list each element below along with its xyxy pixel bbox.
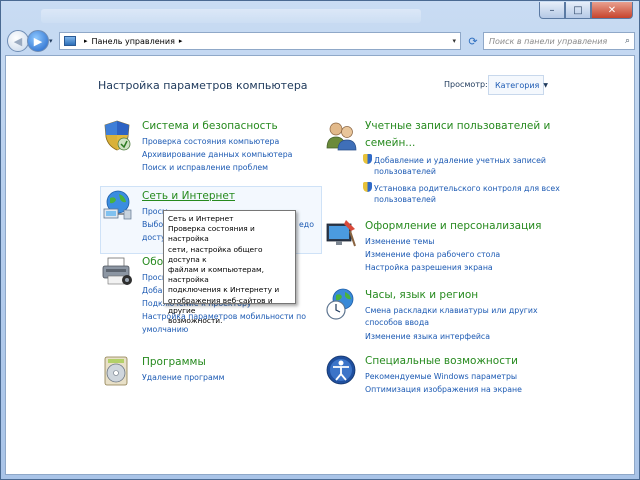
- search-icon[interactable]: ⌕: [625, 36, 630, 46]
- view-by-value: Категория: [495, 80, 540, 90]
- link-screen-resolution[interactable]: Настройка разрешения экрана: [365, 262, 493, 274]
- refresh-button[interactable]: ⟳: [465, 32, 481, 50]
- category-title[interactable]: Специальные возможности: [365, 355, 518, 367]
- appearance-monitor-icon: [326, 220, 356, 247]
- category-title[interactable]: Программы: [142, 356, 206, 368]
- link-change-theme[interactable]: Изменение темы: [365, 236, 434, 248]
- uac-shield-icon: [363, 154, 372, 164]
- link-add-accounts-cont[interactable]: пользователей: [374, 166, 436, 178]
- breadcrumb-separator[interactable]: ▸: [84, 37, 88, 45]
- category-title[interactable]: Часы, язык и регион: [365, 289, 478, 301]
- breadcrumb-separator[interactable]: ▸: [179, 37, 183, 45]
- caption-buttons: – □ ✕: [539, 2, 633, 19]
- title-bar[interactable]: – □ ✕: [1, 1, 639, 29]
- category-title-cont[interactable]: семейн...: [365, 137, 415, 149]
- tooltip-line: Проверка состояния и настройка: [168, 224, 255, 244]
- tooltip-line: подключения к Интернету и: [168, 285, 280, 295]
- forward-button[interactable]: ▶: [27, 30, 49, 52]
- search-placeholder: Поиск в панели управления: [489, 36, 608, 46]
- link-change-background[interactable]: Изменение фона рабочего стола: [365, 249, 500, 261]
- link-backup[interactable]: Архивирование данных компьютера: [142, 149, 292, 161]
- minimize-button[interactable]: –: [539, 2, 565, 19]
- accessibility-icon: [326, 355, 356, 385]
- link-partial-right[interactable]: едо: [299, 219, 314, 231]
- tooltip-title: Сеть и Интернет: [168, 214, 234, 223]
- link-optimize-display[interactable]: Оптимизация изображения на экране: [365, 384, 522, 396]
- link-keyboard-layout-cont[interactable]: способов ввода: [365, 317, 429, 329]
- search-input[interactable]: Поиск в панели управления ⌕: [483, 32, 635, 50]
- refresh-icon: ⟳: [468, 34, 478, 48]
- control-panel-icon: [64, 36, 76, 46]
- forward-arrow-icon: ▶: [33, 34, 43, 48]
- programs-disc-icon: [104, 356, 128, 386]
- content-pane: Настройка параметров компьютера Просмотр…: [5, 55, 635, 475]
- link-display-language[interactable]: Изменение языка интерфейса: [365, 331, 490, 343]
- link-keyboard-layout[interactable]: Смена раскладки клавиатуры или других: [365, 305, 538, 317]
- tooltip-line: отображения веб-сайтов и другие: [168, 295, 273, 315]
- window-frame: – □ ✕ ◀ ▶ ▾ ▸ Панель управления ▸ ▾ ⟳ По…: [0, 0, 640, 480]
- link-uninstall[interactable]: Удаление программ: [142, 372, 225, 384]
- link-parental-controls-text: Установка родительского контроля для все…: [374, 184, 560, 193]
- view-label: Просмотр:: [444, 80, 488, 89]
- tooltip-line: сети, настройка общего доступа к: [168, 244, 263, 264]
- category-title[interactable]: Сеть и Интернет: [142, 190, 235, 202]
- maximize-button[interactable]: □: [565, 2, 591, 19]
- category-title[interactable]: Система и безопасность: [142, 120, 278, 132]
- back-button[interactable]: ◀: [7, 30, 29, 52]
- link-parental-controls-cont[interactable]: пользователей: [374, 194, 436, 206]
- category-title[interactable]: Оформление и персонализация: [365, 220, 541, 232]
- network-tooltip: Сеть и Интернет Проверка состояния и нас…: [163, 210, 296, 325]
- recent-pages-dropdown[interactable]: ▾: [49, 37, 53, 45]
- printer-icon: [102, 257, 132, 285]
- tooltip-line: возможности.: [168, 316, 223, 326]
- clock-globe-icon: [326, 288, 354, 320]
- tooltip-line: файлам и компьютерам, настройка: [168, 265, 264, 285]
- address-bar[interactable]: ▸ Панель управления ▸ ▾: [59, 32, 461, 50]
- category-title[interactable]: Учетные записи пользователей и: [365, 120, 550, 132]
- link-recommended-settings[interactable]: Рекомендуемые Windows параметры: [365, 371, 517, 383]
- users-icon: [326, 122, 357, 151]
- uac-shield-icon: [363, 182, 372, 192]
- security-shield-icon: [104, 120, 131, 151]
- view-by-dropdown[interactable]: Категория ▼: [488, 75, 548, 95]
- network-globe-icon: [103, 190, 132, 220]
- address-dropdown-icon[interactable]: ▾: [452, 37, 456, 45]
- close-button[interactable]: ✕: [591, 2, 633, 19]
- breadcrumb-control-panel[interactable]: Панель управления: [92, 37, 175, 46]
- chevron-down-icon: ▼: [543, 81, 548, 89]
- link-check-status[interactable]: Проверка состояния компьютера: [142, 136, 279, 148]
- link-troubleshoot[interactable]: Поиск и исправление проблем: [142, 162, 268, 174]
- link-add-accounts-text: Добавление и удаление учетных записей: [374, 156, 546, 165]
- page-title: Настройка параметров компьютера: [98, 79, 308, 92]
- back-arrow-icon: ◀: [13, 34, 23, 48]
- navigation-bar: ◀ ▶ ▾ ▸ Панель управления ▸ ▾ ⟳ Поиск в …: [5, 29, 635, 53]
- taskbar-ghost: [41, 9, 421, 23]
